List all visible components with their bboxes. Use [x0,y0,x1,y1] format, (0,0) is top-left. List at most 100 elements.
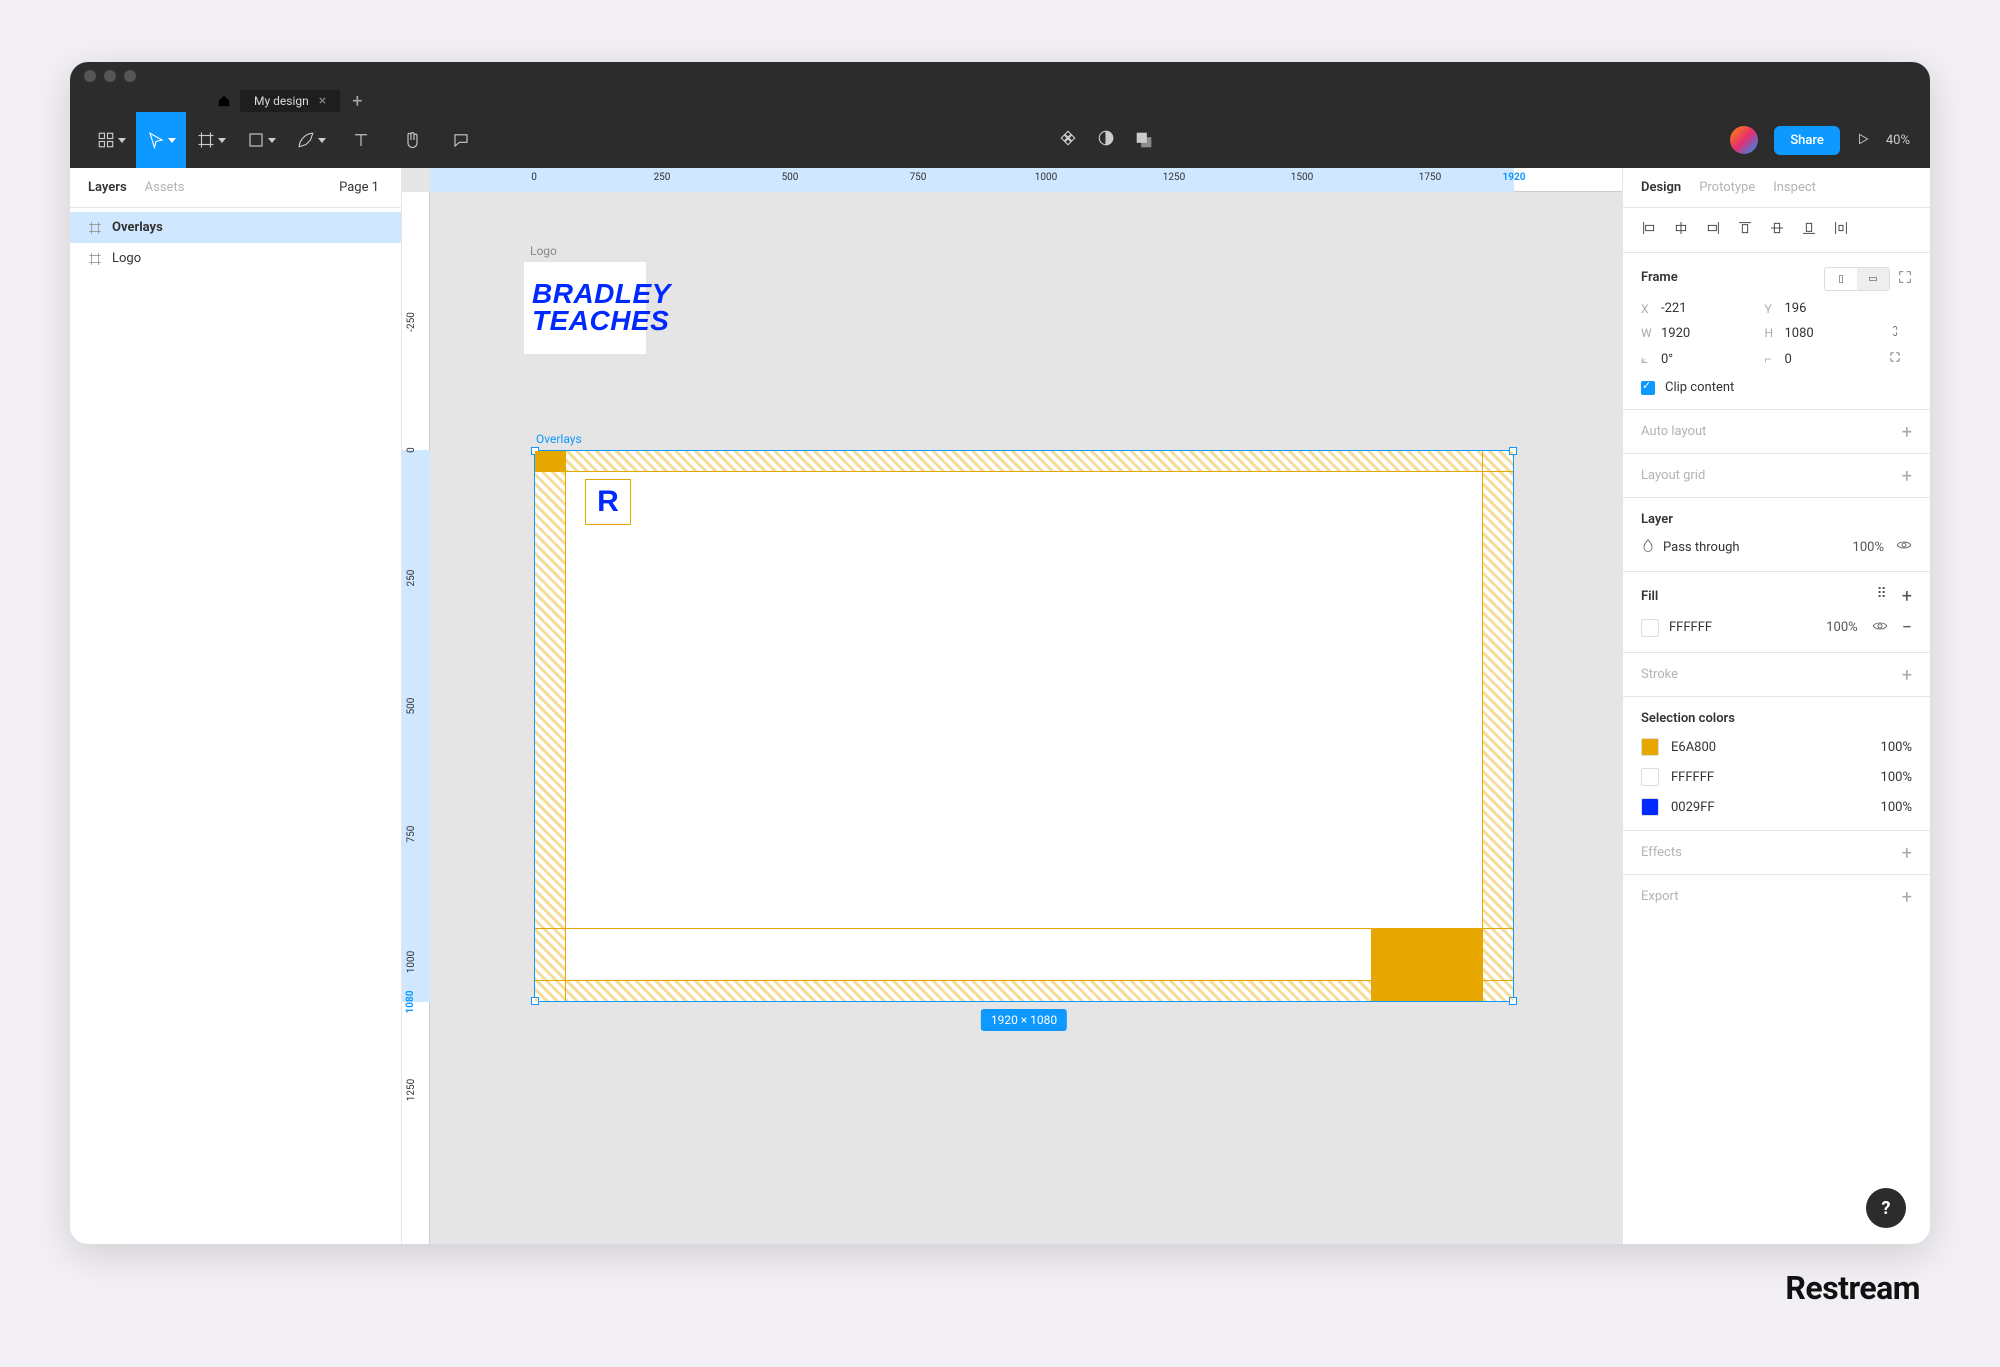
prop-rotation[interactable]: 0° [1661,352,1673,367]
component-icon[interactable] [1059,129,1077,151]
fill-hex[interactable]: FFFFFF [1669,620,1712,635]
orientation-toggle[interactable] [1824,267,1890,291]
prop-x[interactable]: -221 [1661,301,1687,316]
move-tool[interactable] [136,112,186,168]
clip-content-checkbox[interactable] [1641,381,1655,395]
overlay-accent-bottom-right[interactable] [1371,929,1483,1001]
prop-y[interactable]: 196 [1785,301,1807,316]
traffic-light-close[interactable] [84,70,96,82]
align-top-icon[interactable] [1737,220,1753,240]
home-icon[interactable] [215,92,233,110]
zoom-selector[interactable]: 40% [1886,133,1914,148]
align-center-h-icon[interactable] [1673,220,1689,240]
canvas-area[interactable]: 0 250 500 750 1000 1250 1500 1750 1920 -… [402,168,1622,1244]
blend-mode-selector[interactable]: Pass through [1641,538,1748,556]
tab-design[interactable]: Design [1641,180,1681,195]
tab-prototype[interactable]: Prototype [1699,180,1755,195]
color-swatch[interactable] [1641,738,1659,756]
help-button[interactable]: ? [1866,1188,1906,1228]
shape-tool[interactable] [236,112,286,168]
menu-button[interactable] [86,112,136,168]
right-panel: Design Prototype Inspect Frame [1622,168,1930,1244]
overlays-frame[interactable]: R 1920 × 1080 [534,450,1514,1002]
tab-inspect[interactable]: Inspect [1773,180,1816,195]
opacity-value[interactable]: 100% [1853,540,1884,555]
constrain-proportions-icon[interactable] [1888,324,1912,342]
layout-grid-section[interactable]: Layout grid + [1623,454,1930,498]
fill-opacity[interactable]: 100% [1826,620,1857,635]
plus-icon[interactable]: + [1902,843,1912,864]
eye-icon[interactable] [1896,537,1912,557]
style-icon[interactable]: ⠿ [1877,586,1888,607]
prop-w[interactable]: 1920 [1661,326,1690,341]
layer-item-logo[interactable]: Logo [70,243,401,274]
mask-icon[interactable] [1097,129,1115,151]
file-tab[interactable]: My design × [240,90,340,112]
tab-layers[interactable]: Layers [88,180,127,195]
overlays-frame-label[interactable]: Overlays [536,432,582,446]
traffic-lights [84,70,136,82]
align-left-icon[interactable] [1641,220,1657,240]
ruler-tick: 1000 [1035,172,1057,183]
layer-item-overlays[interactable]: Overlays [70,212,401,243]
plus-icon[interactable]: + [1902,422,1912,443]
plus-icon[interactable]: + [1902,665,1912,686]
tab-assets[interactable]: Assets [145,180,185,195]
traffic-light-zoom[interactable] [124,70,136,82]
align-center-v-icon[interactable] [1769,220,1785,240]
prop-radius[interactable]: 0 [1785,352,1792,367]
prop-h[interactable]: 1080 [1785,326,1814,341]
page-selector[interactable]: Page 1 [339,180,383,195]
align-controls [1623,208,1930,253]
selection-colors-section: Selection colors E6A800 100% FFFFFF 100%… [1623,697,1930,831]
boolean-icon[interactable] [1135,131,1157,149]
ruler-tick: 500 [782,172,799,183]
distribute-icon[interactable] [1833,220,1849,240]
plus-icon[interactable]: + [1902,887,1912,908]
plus-icon[interactable]: + [1902,466,1912,487]
layout-guide [535,980,1513,981]
ruler-tick: -250 [406,312,417,332]
orientation-portrait[interactable] [1825,268,1857,290]
align-right-icon[interactable] [1705,220,1721,240]
align-bottom-icon[interactable] [1801,220,1817,240]
minus-icon[interactable]: − [1902,617,1912,638]
canvas-content[interactable]: Logo BRADLEY TEACHES Overlays [430,192,1622,1244]
avatar[interactable] [1730,126,1758,154]
plus-icon[interactable]: + [1902,586,1912,607]
layout-guide [1482,451,1483,1001]
selection-color-row[interactable]: 0029FF 100% [1641,798,1912,816]
logo-frame[interactable]: BRADLEY TEACHES [524,262,646,354]
color-swatch[interactable] [1641,768,1659,786]
color-swatch[interactable] [1641,798,1659,816]
stroke-section[interactable]: Stroke + [1623,653,1930,697]
corner-radius-icon[interactable] [1888,350,1912,368]
pen-tool[interactable] [286,112,336,168]
frame-label[interactable]: Frame [1641,270,1678,285]
overlay-r-badge[interactable]: R [585,479,631,525]
overlay-accent-top-left[interactable] [535,451,565,471]
right-panel-tabs: Design Prototype Inspect [1623,168,1930,208]
resize-fit-icon[interactable] [1898,270,1912,288]
comment-tool[interactable] [436,112,486,168]
present-button[interactable] [1856,131,1870,150]
frame-tool[interactable] [186,112,236,168]
eye-icon[interactable] [1872,618,1888,638]
share-button[interactable]: Share [1774,126,1840,155]
fill-section: Fill ⠿ + FFFFFF 100% − [1623,572,1930,653]
fill-swatch[interactable] [1641,619,1659,637]
logo-frame-label[interactable]: Logo [530,244,557,258]
color-hex: E6A800 [1671,740,1716,755]
hand-tool[interactable] [386,112,436,168]
selection-color-row[interactable]: E6A800 100% [1641,738,1912,756]
effects-section[interactable]: Effects + [1623,831,1930,875]
selection-color-row[interactable]: FFFFFF 100% [1641,768,1912,786]
new-tab-button[interactable]: + [340,91,374,112]
effects-label: Effects [1641,845,1682,860]
text-tool[interactable] [336,112,386,168]
close-icon[interactable]: × [319,93,326,109]
traffic-light-minimize[interactable] [104,70,116,82]
orientation-landscape[interactable] [1857,268,1889,290]
auto-layout-section[interactable]: Auto layout + [1623,410,1930,454]
export-section[interactable]: Export + [1623,875,1930,918]
